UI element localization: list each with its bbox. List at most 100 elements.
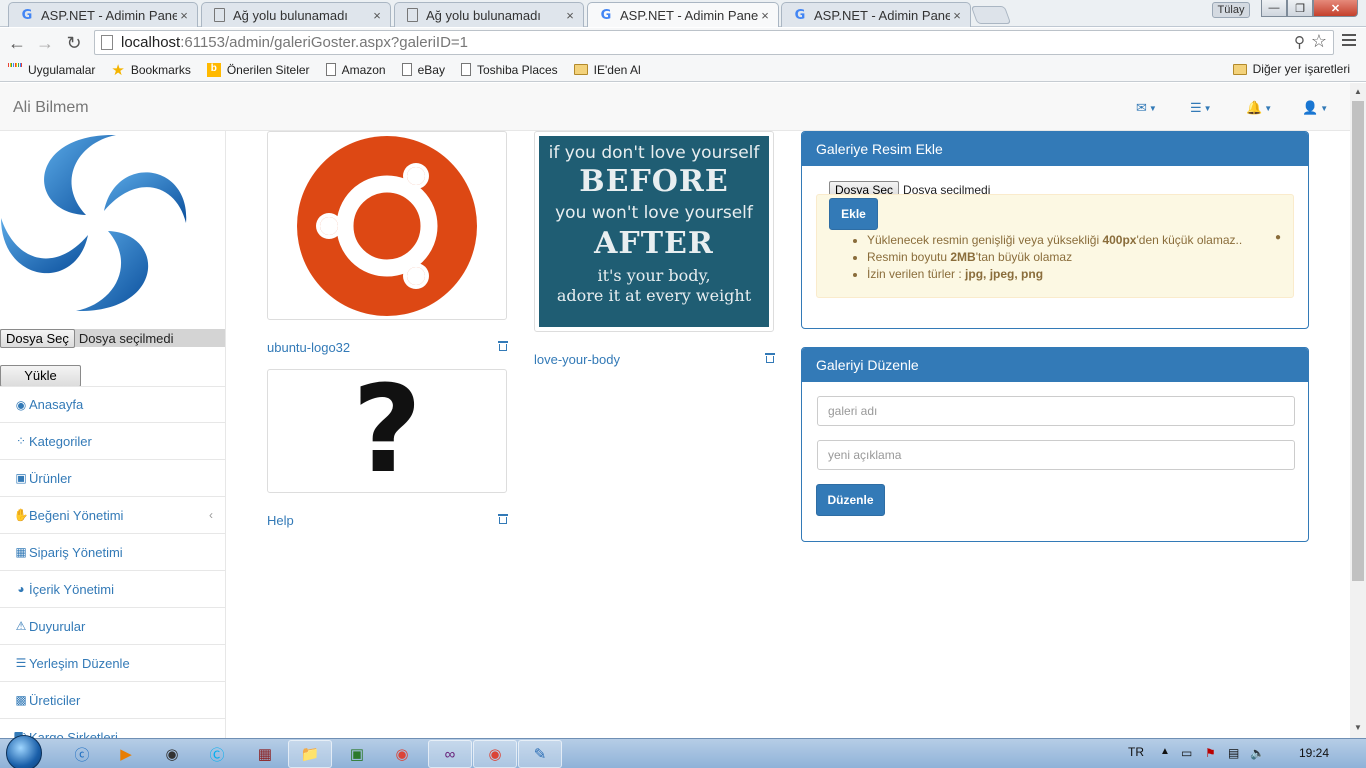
update-gallery-button[interactable]: Düzenle bbox=[816, 484, 885, 516]
bookmark-toshiba[interactable]: Toshiba Places bbox=[460, 63, 558, 77]
winrar-icon[interactable]: ▦ bbox=[243, 740, 287, 768]
clock[interactable]: 19:24 bbox=[1299, 746, 1329, 760]
sidebar-file-input[interactable]: Dosya Seç Dosya seçilmedi bbox=[0, 328, 225, 348]
page-scrollbar[interactable]: ▲ ▼ bbox=[1350, 83, 1366, 738]
language-indicator[interactable]: TR bbox=[1128, 745, 1144, 759]
show-hidden-icons-icon[interactable]: ▲ bbox=[1160, 746, 1170, 757]
gallery-caption[interactable]: love-your-body bbox=[534, 352, 620, 367]
tab-title: ASP.NET - Adimin Panel bbox=[814, 7, 950, 23]
chrome-menu-icon[interactable] bbox=[1342, 34, 1356, 49]
address-bar[interactable]: localhost:61153/admin/galeriGoster.aspx?… bbox=[94, 30, 1334, 55]
gallery-thumbnail[interactable] bbox=[267, 131, 507, 320]
forward-icon[interactable]: → bbox=[34, 32, 56, 54]
bookmark-ebay[interactable]: eBay bbox=[401, 63, 445, 77]
bookmark-star-icon[interactable]: ☆ bbox=[1311, 31, 1327, 52]
bookmark-label: Amazon bbox=[341, 62, 386, 77]
google-icon: G bbox=[794, 7, 806, 23]
visual-studio-icon[interactable]: ∞ bbox=[428, 740, 472, 768]
messages-dropdown[interactable]: ✉ ▼ bbox=[1136, 100, 1157, 116]
add-image-button[interactable]: Ekle bbox=[829, 198, 878, 230]
start-button-icon[interactable] bbox=[6, 735, 42, 768]
star-icon: ★ bbox=[111, 61, 125, 79]
gallery-caption[interactable]: Help bbox=[267, 513, 294, 528]
sidebar-item-home[interactable]: ◉ Anasayfa bbox=[0, 386, 225, 423]
browser-tab[interactable]: Ağ yolu bulunamadı × bbox=[201, 2, 391, 27]
tasks-dropdown[interactable]: ☰ ▼ bbox=[1190, 100, 1212, 116]
action-center-icon[interactable]: ⚑ bbox=[1205, 746, 1216, 760]
close-icon[interactable]: × bbox=[758, 8, 772, 23]
choose-file-button[interactable]: Dosya Seç bbox=[0, 328, 75, 348]
minimize-button[interactable]: — bbox=[1261, 0, 1287, 17]
bookmark-amazon[interactable]: Amazon bbox=[325, 62, 386, 77]
sidebar-item-label: Duyurular bbox=[29, 618, 86, 634]
gallery-name-input[interactable]: galeri adı bbox=[817, 396, 1295, 426]
bookmark-suggested-sites[interactable]: b Önerilen Siteler bbox=[206, 62, 310, 77]
browser-tab[interactable]: G ASP.NET - Adimin Panel × bbox=[8, 2, 198, 27]
caret-down-icon: ▼ bbox=[1320, 103, 1329, 113]
volume-icon[interactable]: 🔈 bbox=[1250, 746, 1265, 760]
google-icon: G bbox=[21, 7, 33, 23]
file-explorer-icon[interactable]: 📁 bbox=[288, 740, 332, 768]
alerts-dropdown[interactable]: 🔔 ▼ bbox=[1246, 100, 1272, 116]
skype-icon[interactable]: Ⓒ bbox=[195, 740, 239, 768]
trash-icon[interactable] bbox=[498, 341, 508, 352]
app-navbar: Ali Bilmem ✉ ▼ ☰ ▼ 🔔 ▼ 👤 ▼ bbox=[0, 83, 1350, 131]
scrollbar-thumb[interactable] bbox=[1352, 101, 1364, 581]
scroll-up-icon[interactable]: ▲ bbox=[1354, 87, 1362, 96]
browser-tab-active[interactable]: G ASP.NET - Adimin Panel × bbox=[587, 2, 779, 27]
chevron-left-icon: ‹ bbox=[209, 508, 213, 522]
close-icon[interactable]: × bbox=[177, 8, 191, 23]
sidebar-item-content[interactable]: ◕ İçerik Yönetimi bbox=[0, 571, 225, 608]
media-player-icon[interactable]: ▶ bbox=[104, 740, 148, 768]
trash-icon[interactable] bbox=[765, 353, 775, 364]
reload-icon[interactable]: ↻ bbox=[63, 32, 85, 54]
chrome-active-icon[interactable]: ◉ bbox=[473, 740, 517, 768]
profile-button[interactable]: Tülay bbox=[1212, 2, 1250, 18]
page-icon bbox=[214, 8, 225, 22]
brand-title[interactable]: Ali Bilmem bbox=[13, 99, 89, 117]
browser-tab[interactable]: Ağ yolu bulunamadı × bbox=[394, 2, 584, 27]
battery-icon[interactable]: ▭ bbox=[1181, 746, 1192, 760]
camtasia-icon[interactable]: ▣ bbox=[335, 740, 379, 768]
chrome-icon[interactable]: ◉ bbox=[380, 740, 424, 768]
sidebar-item-shipping[interactable]: ⛟ Kargo Şirketleri bbox=[0, 719, 225, 738]
bookmark-bookmarks[interactable]: ★ Bookmarks bbox=[111, 61, 190, 79]
upload-button[interactable]: Yükle bbox=[0, 365, 81, 387]
paint-icon[interactable]: ✎ bbox=[518, 740, 562, 768]
sidebar-item-orders[interactable]: ▦ Sipariş Yönetimi bbox=[0, 534, 225, 571]
sidebar-item-products[interactable]: ▣ Ürünler bbox=[0, 460, 225, 497]
bookmark-other[interactable]: Diğer yer işaretleri bbox=[1232, 62, 1350, 76]
bookmark-label: IE'den Al bbox=[593, 62, 641, 77]
internet-explorer-icon[interactable]: ⓒ bbox=[60, 740, 104, 768]
browser-tab[interactable]: G ASP.NET - Adimin Panel × bbox=[781, 2, 971, 27]
close-icon[interactable]: × bbox=[950, 8, 964, 23]
network-signal-icon[interactable]: ▤ bbox=[1228, 746, 1239, 760]
sidebar-item-label: İçerik Yönetimi bbox=[29, 581, 115, 597]
trash-icon[interactable] bbox=[498, 514, 508, 525]
bookmark-apps[interactable]: Uygulamalar bbox=[8, 62, 95, 77]
scroll-down-icon[interactable]: ▼ bbox=[1354, 723, 1362, 732]
close-icon[interactable]: × bbox=[563, 8, 577, 23]
sidebar-item-categories[interactable]: ⁘ Kategoriler bbox=[0, 423, 225, 460]
zoom-icon[interactable]: ⚲ bbox=[1294, 33, 1305, 51]
sidebar-item-likes[interactable]: ✋ Beğeni Yönetimi ‹ bbox=[0, 497, 225, 534]
gallery-description-input[interactable]: yeni açıklama bbox=[817, 440, 1295, 470]
maximize-button[interactable]: ❐ bbox=[1287, 0, 1313, 17]
bookmark-ie-import[interactable]: IE'den Al bbox=[573, 62, 641, 77]
sidebar-item-layout[interactable]: ☰ Yerleşim Düzenle bbox=[0, 645, 225, 682]
sidebar-item-announcements[interactable]: ⚠ Duyurular bbox=[0, 608, 225, 645]
close-icon[interactable]: × bbox=[370, 8, 384, 23]
question-mark-icon: ? bbox=[352, 361, 422, 500]
sidebar-item-label: Kategoriler bbox=[29, 433, 92, 449]
camera-app-icon[interactable]: ◉ bbox=[150, 740, 194, 768]
new-tab-button[interactable] bbox=[970, 6, 1012, 24]
gallery-thumbnail[interactable]: ? bbox=[267, 369, 507, 493]
panel-title: Galeriye Resim Ekle bbox=[802, 132, 1308, 166]
gallery-caption[interactable]: ubuntu-logo32 bbox=[267, 340, 350, 355]
window-close-button[interactable]: ✕ bbox=[1313, 0, 1358, 17]
sidebar-item-manufacturers[interactable]: ▩ Üreticiler bbox=[0, 682, 225, 719]
back-icon[interactable]: ← bbox=[6, 32, 28, 54]
bookmark-label: Diğer yer işaretleri bbox=[1252, 62, 1350, 76]
gallery-thumbnail[interactable]: if you don't love yourself BEFORE you wo… bbox=[534, 131, 774, 332]
user-dropdown[interactable]: 👤 ▼ bbox=[1302, 100, 1328, 116]
